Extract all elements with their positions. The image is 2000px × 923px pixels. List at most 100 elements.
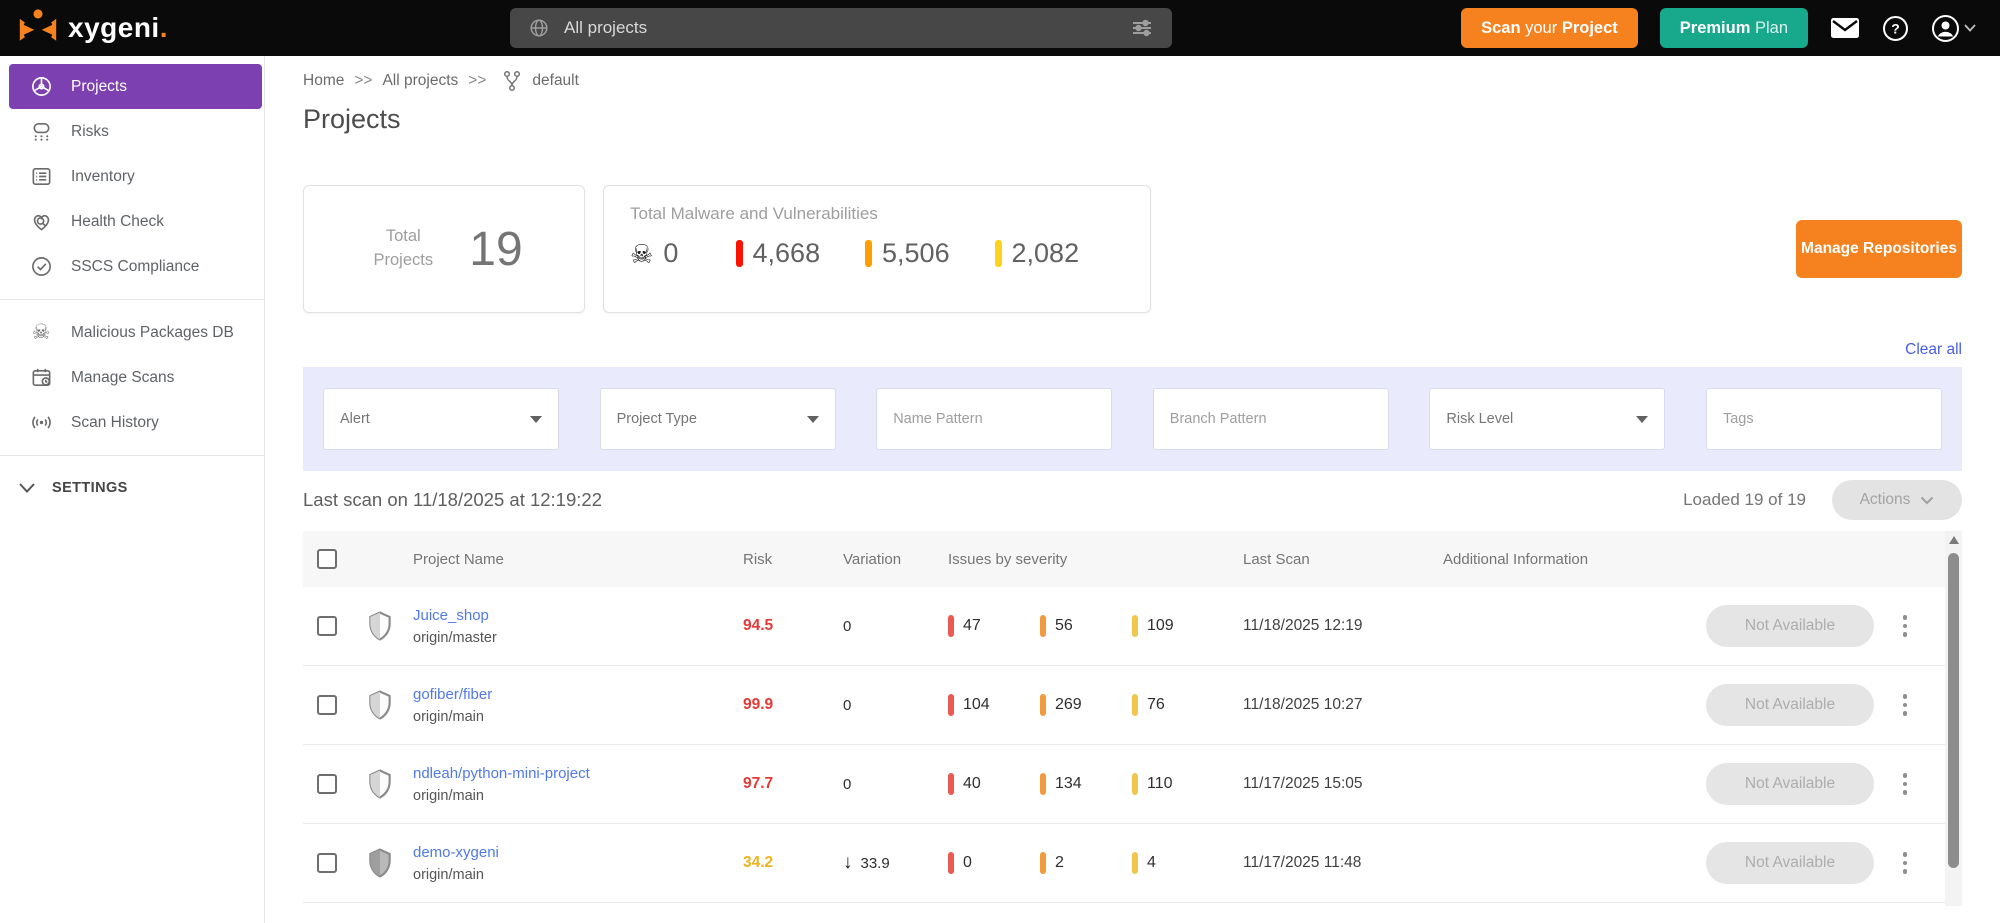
malware-count-stat: ☠ 0 bbox=[630, 238, 736, 269]
row-menu-kebab-icon[interactable] bbox=[1895, 852, 1915, 874]
shield-icon bbox=[367, 611, 413, 641]
scrollbar-up-arrow[interactable] bbox=[1948, 536, 1959, 544]
project-link[interactable]: demo-xygeni bbox=[413, 844, 743, 861]
breadcrumb-home[interactable]: Home bbox=[303, 72, 344, 90]
table-row: gofiber/fiber origin/main 99.9 0 104 269… bbox=[303, 666, 1962, 745]
actions-button[interactable]: Actions bbox=[1832, 480, 1962, 520]
caret-down-icon bbox=[1964, 24, 1976, 32]
sidebar-item-sscs-compliance[interactable]: SSCS Compliance bbox=[9, 244, 262, 289]
not-available-button[interactable]: Not Available bbox=[1706, 842, 1874, 884]
sidebar-item-health-check[interactable]: Health Check bbox=[9, 199, 262, 244]
project-branch: origin/master bbox=[413, 629, 497, 646]
project-link[interactable]: ndleah/python-mini-project bbox=[413, 765, 743, 782]
row-menu-kebab-icon[interactable] bbox=[1895, 694, 1915, 716]
not-available-button[interactable]: Not Available bbox=[1706, 605, 1874, 647]
select-all-checkbox[interactable] bbox=[317, 549, 337, 569]
git-branch-icon bbox=[502, 70, 522, 92]
breadcrumb: Home >> All projects >> default bbox=[303, 70, 1962, 92]
not-available-button[interactable]: Not Available bbox=[1706, 763, 1874, 805]
breadcrumb-branch[interactable]: default bbox=[532, 72, 579, 90]
name-pattern-input[interactable] bbox=[893, 411, 1096, 427]
shield-icon bbox=[367, 848, 413, 878]
variation-value: ↓ 33.9 bbox=[843, 852, 890, 873]
sidebar-item-label: Scan History bbox=[71, 413, 159, 431]
clear-all-link[interactable]: Clear all bbox=[1905, 341, 1962, 359]
sidebar-item-risks[interactable]: Risks bbox=[9, 109, 262, 154]
name-pattern-filter bbox=[876, 388, 1113, 450]
high-count-stat: 5,506 bbox=[865, 238, 995, 269]
xygeni-logo-icon bbox=[16, 8, 60, 48]
mail-button[interactable] bbox=[1830, 16, 1860, 40]
sidebar-item-scan-history[interactable]: Scan History bbox=[9, 400, 262, 445]
issues-by-severity: 0 2 4 bbox=[948, 852, 1243, 874]
high-severity-bar bbox=[1040, 615, 1046, 637]
row-menu-kebab-icon[interactable] bbox=[1895, 615, 1915, 637]
high-severity-bar bbox=[865, 240, 873, 267]
breadcrumb-all-projects[interactable]: All projects bbox=[382, 72, 458, 90]
project-branch: origin/main bbox=[413, 708, 484, 725]
sidebar-item-manage-scans[interactable]: Manage Scans bbox=[9, 355, 262, 400]
last-scan-date: 11/17/2025 11:48 bbox=[1243, 854, 1362, 871]
project-selector-value: All projects bbox=[564, 18, 648, 37]
malware-count-value: 0 bbox=[663, 238, 679, 268]
risk-score: 97.7 bbox=[743, 775, 774, 792]
tags-input[interactable] bbox=[1722, 411, 1925, 427]
project-link[interactable]: gofiber/fiber bbox=[413, 686, 743, 703]
help-button[interactable]: ? bbox=[1882, 15, 1909, 42]
row-checkbox[interactable] bbox=[317, 774, 337, 794]
svg-text:?: ? bbox=[1891, 20, 1900, 36]
manage-repositories-button[interactable]: Manage Repositories bbox=[1796, 220, 1962, 278]
variation-value: 0 bbox=[843, 775, 852, 793]
scrollbar-thumb[interactable] bbox=[1948, 553, 1959, 868]
sidebar-item-projects[interactable]: Projects bbox=[9, 64, 262, 109]
account-menu-button[interactable] bbox=[1931, 14, 1976, 43]
column-header-risk: Risk bbox=[743, 550, 773, 568]
row-menu-kebab-icon[interactable] bbox=[1895, 773, 1915, 795]
project-branch: origin/main bbox=[413, 787, 484, 804]
branch-pattern-input[interactable] bbox=[1169, 411, 1372, 427]
project-type-filter-select[interactable]: Project Type bbox=[599, 388, 836, 450]
risk-level-filter-select[interactable]: Risk Level bbox=[1429, 388, 1666, 450]
column-header-issues: Issues by severity bbox=[948, 550, 1068, 568]
issues-by-severity: 47 56 109 bbox=[948, 615, 1243, 637]
table-scrollbar bbox=[1945, 531, 1962, 906]
mail-icon bbox=[1831, 18, 1859, 38]
sidebar-item-malicious-packages-db[interactable]: ☠ Malicious Packages DB bbox=[9, 310, 262, 355]
loaded-count-text: Loaded 19 of 19 bbox=[1683, 490, 1806, 509]
issues-by-severity: 104 269 76 bbox=[948, 694, 1243, 716]
not-available-button[interactable]: Not Available bbox=[1706, 684, 1874, 726]
sidebar-item-label: Inventory bbox=[71, 167, 135, 185]
project-link[interactable]: Juice_shop bbox=[413, 607, 743, 624]
last-scan-date: 11/18/2025 12:19 bbox=[1243, 617, 1363, 634]
column-header-additional-info: Additional Information bbox=[1443, 550, 1589, 568]
risk-score: 94.5 bbox=[743, 617, 774, 634]
alert-filter-select[interactable]: Alert bbox=[323, 388, 559, 450]
help-icon: ? bbox=[1883, 15, 1908, 41]
project-selector[interactable]: All projects bbox=[510, 8, 1172, 48]
dropdown-arrow-icon bbox=[530, 415, 542, 423]
row-checkbox[interactable] bbox=[317, 616, 337, 636]
dropdown-arrow-icon bbox=[806, 415, 819, 423]
table-row: ndleah/python-mini-project origin/main 9… bbox=[303, 745, 1962, 824]
critical-severity-bar bbox=[948, 694, 954, 716]
scan-your-project-button[interactable]: Scan your Project bbox=[1461, 8, 1638, 48]
premium-plan-button[interactable]: Premium Plan bbox=[1659, 8, 1808, 48]
sidebar-settings-toggle[interactable]: SETTINGS bbox=[0, 466, 264, 496]
project-branch: origin/main bbox=[413, 866, 484, 883]
variation-value: 0 bbox=[843, 617, 852, 635]
row-checkbox[interactable] bbox=[317, 853, 337, 873]
table-row: Juice_shop origin/master 94.5 0 47 56 10… bbox=[303, 587, 1962, 666]
critical-severity-bar bbox=[948, 852, 954, 874]
medium-severity-bar bbox=[1132, 852, 1138, 874]
sidebar-item-label: Health Check bbox=[71, 212, 165, 230]
broadcast-icon bbox=[29, 411, 53, 434]
sidebar-item-inventory[interactable]: Inventory bbox=[9, 154, 262, 199]
tune-filter-icon[interactable] bbox=[1130, 16, 1154, 40]
medium-count-stat: 2,082 bbox=[994, 238, 1125, 269]
xygeni-logo[interactable]: xygeni. bbox=[16, 8, 168, 48]
critical-count-stat: 4,668 bbox=[735, 238, 866, 269]
tags-filter bbox=[1705, 388, 1942, 450]
calendar-clock-icon bbox=[29, 366, 53, 389]
table-row: demo-xygeni origin/main 34.2 ↓ 33.9 0 2 … bbox=[303, 824, 1962, 903]
row-checkbox[interactable] bbox=[317, 695, 337, 715]
